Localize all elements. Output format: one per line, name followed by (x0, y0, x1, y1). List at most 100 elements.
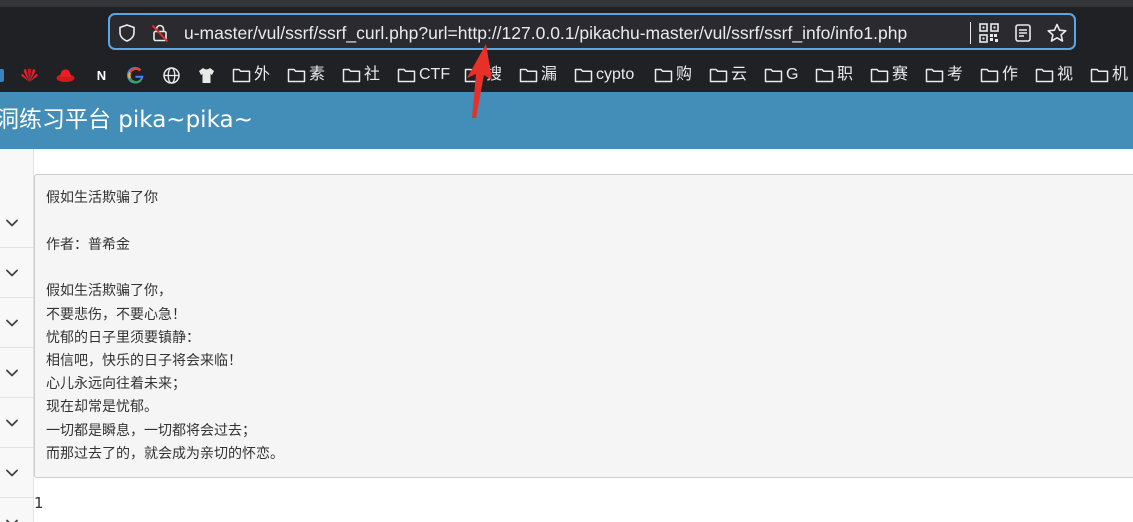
shield-icon[interactable] (117, 23, 137, 43)
huawei-icon (21, 68, 38, 82)
google-icon (126, 66, 144, 84)
folder-icon (1090, 68, 1109, 83)
folder-icon (1035, 68, 1054, 83)
bookmark-folder[interactable]: CTF (397, 64, 450, 86)
chevron-down-icon (6, 269, 18, 277)
footer-number: 1 (34, 494, 44, 512)
bookmark-folder[interactable]: G (764, 64, 798, 86)
text-caret (970, 22, 971, 44)
bookmark-label: 素 (309, 66, 326, 83)
poem-line: 而那过去了的，就会成为亲切的怀恋。 (46, 445, 284, 462)
bookmark-label: 职 (837, 66, 854, 83)
site-header: 洞练习平台 pika~pika~ (0, 92, 1133, 149)
bookmark-folder[interactable]: 漏 (519, 64, 557, 86)
folder-icon (519, 68, 538, 83)
bookmark-item[interactable] (162, 64, 181, 86)
bookmark-label: G (786, 66, 799, 83)
shirt-icon (199, 67, 214, 83)
huawei-icon (0, 68, 4, 82)
chevron-down-icon (6, 319, 18, 327)
bookmark-folder[interactable]: 视 (1035, 64, 1073, 86)
folder-icon (232, 68, 251, 83)
bookmark-label: CTF (419, 66, 451, 83)
site-title[interactable]: 洞练习平台 pika~pika~ (0, 106, 253, 134)
poem-title: 假如生活欺骗了你 (46, 190, 158, 206)
bookmark-label: cypto (596, 66, 635, 83)
bookmark-label: 视 (1057, 66, 1074, 83)
content-box: 假如生活欺骗了你 作者：普希金 假如生活欺骗了你， 不要悲伤，不要心急！ 忧郁的… (34, 174, 1133, 478)
bookmark-label: 购 (676, 66, 693, 83)
poem-line: 相信吧，快乐的日子将会来临！ (46, 352, 242, 369)
poem-author: 作者：普希金 (46, 236, 130, 253)
sidebar-item[interactable] (0, 348, 34, 398)
url-text[interactable]: u-master/vul/ssrf/ssrf_curl.php?url=http… (184, 22, 974, 44)
bookmark-folder[interactable]: 云 (709, 64, 747, 86)
bookmark-folder[interactable]: 外 (232, 64, 270, 86)
bookmark-folder[interactable]: 社 (342, 64, 380, 86)
bookmark-label: 考 (947, 66, 964, 83)
browser-toolbar: u-master/vul/ssrf/ssrf_curl.php?url=http… (0, 0, 1133, 58)
bookmark-folder[interactable]: 购 (654, 64, 692, 86)
sidebar-item[interactable] (0, 498, 34, 522)
n-icon-label: N (96, 67, 107, 83)
bookmark-folder[interactable]: cypto (574, 64, 634, 86)
folder-icon (342, 68, 361, 83)
bookmark-label: 作 (1002, 66, 1019, 83)
chevron-down-icon (6, 369, 18, 377)
bookmark-folder[interactable]: 考 (925, 64, 963, 86)
folder-icon (764, 68, 783, 83)
reader-icon[interactable] (1012, 22, 1034, 44)
folder-icon (925, 68, 944, 83)
poem-line: 不要悲伤，不要心急！ (46, 306, 186, 323)
folder-icon (574, 68, 593, 83)
bookmark-folder[interactable]: 作 (980, 64, 1018, 86)
bookmark-folder[interactable]: 职 (815, 64, 853, 86)
sidebar-item[interactable] (0, 248, 34, 298)
n-icon: N (92, 65, 111, 85)
globe-icon (163, 66, 180, 84)
poem-line: 现在却常是忧郁。 (46, 399, 158, 416)
bookmark-item[interactable] (20, 64, 39, 86)
folder-icon (980, 68, 999, 83)
bookmark-item[interactable] (126, 64, 145, 86)
star-icon[interactable] (1046, 22, 1068, 44)
address-bar[interactable]: u-master/vul/ssrf/ssrf_curl.php?url=http… (108, 13, 1076, 50)
sidebar-item[interactable] (0, 448, 34, 498)
bookmark-folder[interactable]: 赛 (870, 64, 908, 86)
sidebar (0, 149, 34, 522)
bookmarks-bar: N 外 素 社 CTF 搜 漏 cypto 购 云 G 职 赛 考 作 视 机 (0, 58, 1133, 92)
sidebar-item[interactable] (0, 398, 34, 448)
folder-icon (709, 68, 728, 83)
bookmark-item[interactable] (0, 64, 13, 86)
lock-slash-icon[interactable] (150, 23, 170, 43)
chevron-down-icon (6, 469, 18, 477)
chevron-down-icon (6, 219, 18, 227)
redhat-icon (56, 68, 75, 82)
bookmark-label: 云 (731, 66, 748, 83)
folder-icon (287, 68, 306, 83)
sidebar-item[interactable] (0, 198, 34, 248)
poem-line: 心儿永远向往着未来； (46, 376, 186, 393)
bookmark-label: 社 (364, 66, 381, 83)
folder-icon (815, 68, 834, 83)
poem-line: 忧郁的日子里须要镇静： (46, 329, 200, 346)
bookmark-item[interactable] (197, 64, 216, 86)
bookmark-item[interactable] (56, 64, 75, 86)
bookmark-item[interactable]: N (92, 64, 111, 86)
sidebar-item[interactable] (0, 298, 34, 348)
poem-line: 假如生活欺骗了你， (46, 283, 172, 300)
chevron-down-icon (6, 519, 18, 522)
red-arrow-icon (467, 44, 492, 118)
folder-icon (870, 68, 889, 83)
bookmark-label: 漏 (541, 66, 558, 83)
qr-code-icon[interactable] (978, 22, 1000, 44)
tab-strip-edge (0, 0, 1133, 7)
bookmark-label: 赛 (892, 66, 909, 83)
chevron-down-icon (6, 419, 18, 427)
bookmark-label: 外 (254, 66, 271, 83)
bookmark-folder[interactable]: 机 (1090, 64, 1128, 86)
bookmark-label: 机 (1112, 66, 1129, 83)
bookmark-folder[interactable]: 素 (287, 64, 325, 86)
